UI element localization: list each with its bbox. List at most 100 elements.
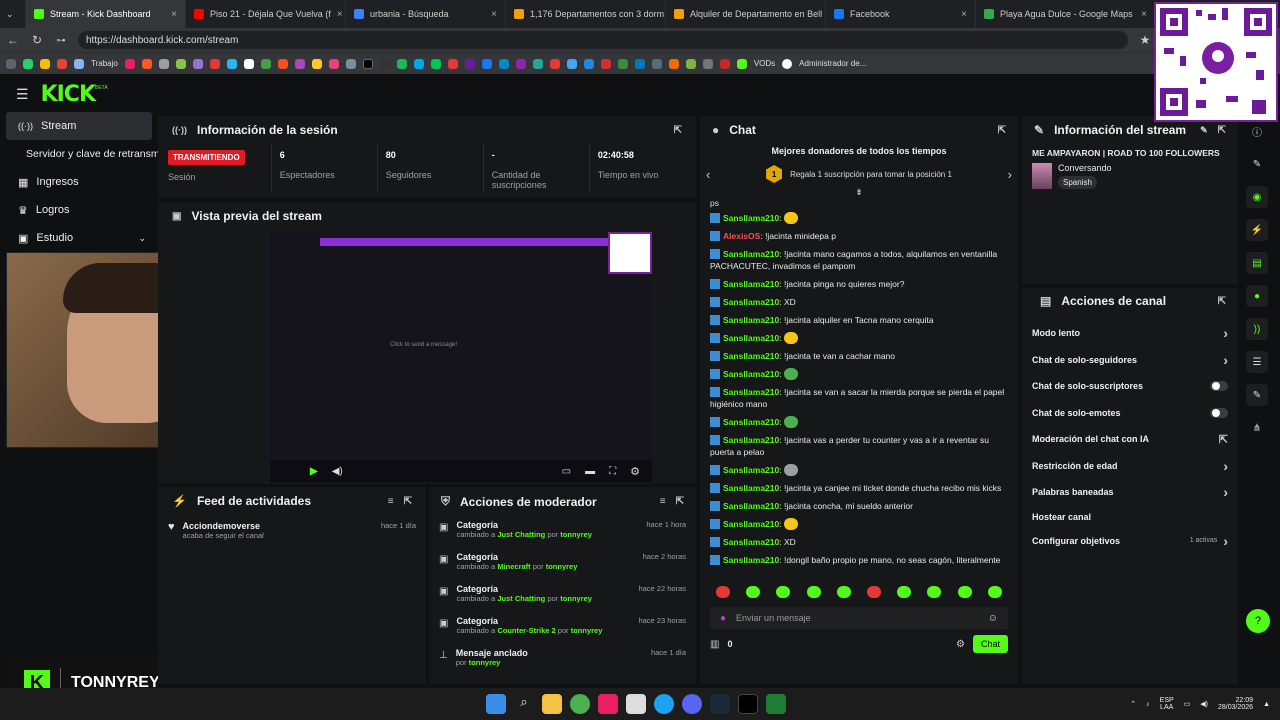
edit-icon[interactable]: ✎ [1246,153,1268,175]
chat-username[interactable]: AlexisOS [723,231,760,241]
chat-username[interactable]: Sansllama210 [723,213,779,223]
channel-action-row[interactable]: Chat de solo-suscriptores [1022,373,1238,400]
popout-icon[interactable]: ⇱ [404,496,412,507]
close-icon[interactable]: × [337,9,343,20]
bookmark-icon[interactable] [668,58,679,69]
discord-icon[interactable] [682,694,702,714]
stream-video[interactable]: Click to send a message! ▶ ◀) ▭ ▬ ⛶ ⚙ [270,232,652,482]
mic-tray-icon[interactable]: ♪ [1146,701,1150,708]
bookmark-icon[interactable] [600,58,611,69]
chat-username[interactable]: Sansllama210 [723,483,779,493]
chat-username[interactable]: Sansllama210 [723,297,779,307]
keyboard-layout[interactable]: LAA [1160,704,1174,711]
bookmark-icon[interactable] [685,58,696,69]
bookmark-icon[interactable] [277,58,288,69]
menu-icon[interactable]: ☰ [16,86,29,103]
kick-logo[interactable]: KICK [41,82,96,107]
chat-username[interactable]: Sansllama210 [723,435,779,445]
star-icon[interactable]: ★ [1138,33,1152,47]
close-icon[interactable]: × [1141,9,1147,20]
bookmark-icon[interactable] [583,58,594,69]
bookmark-icon[interactable] [430,58,441,69]
popout-icon[interactable]: ⇱ [1218,296,1226,307]
bookmark-admin[interactable]: Administrador de... [799,59,866,68]
kicks-icon[interactable]: ▥ [710,639,719,650]
lightning-icon[interactable]: ⚡ [1246,219,1268,241]
bookmark-icon[interactable] [311,58,322,69]
bookmark-icon[interactable] [702,58,713,69]
bookmark-icon[interactable] [294,58,305,69]
chat-username[interactable]: Sansllama210 [723,537,779,547]
bookmark-icon[interactable] [141,58,152,69]
bookmark-icon[interactable] [226,58,237,69]
channel-action-row[interactable]: Chat de solo-emotes [1022,400,1238,427]
chat-username[interactable]: Sansllama210 [723,519,779,529]
popout-icon[interactable]: ⇱ [674,125,682,136]
chat-username[interactable]: Sansllama210 [723,351,779,361]
chat-username[interactable]: Sansllama210 [723,417,779,427]
emote-icon[interactable] [957,586,972,598]
emote-icon[interactable] [927,586,942,598]
bookmark-icon[interactable] [617,58,628,69]
network-icon[interactable]: ▭ [1184,700,1191,708]
emote-icon[interactable] [776,586,791,598]
popout-icon[interactable]: ⇱ [998,125,1006,136]
mic-icon[interactable]: ● [720,613,726,624]
browser-tab[interactable]: Facebook × [826,0,976,28]
bookmark-icon[interactable] [464,58,475,69]
chat-username[interactable]: Sansllama210 [723,387,779,397]
bookmark-icon[interactable] [651,58,662,69]
sidebar-item-achievements[interactable]: ♛ Logros [0,196,158,224]
chevron-down-icon[interactable]: ⌄ [138,233,146,244]
channel-action-row[interactable]: Restricción de edad › [1022,453,1238,480]
chevron-left-icon[interactable]: ‹ [706,167,710,182]
volume-icon[interactable]: ◀) [332,466,343,477]
chat-username[interactable]: Sansllama210 [723,501,779,511]
chat-username[interactable]: Sansllama210 [723,279,779,289]
close-icon[interactable]: × [171,9,177,20]
channel-action-row[interactable]: Palabras baneadas › [1022,479,1238,506]
action-user[interactable]: tonnyrey [560,530,592,539]
bookmark-gmail-icon[interactable] [57,58,67,69]
bookmark-icon[interactable] [175,58,186,69]
bookmark-icon[interactable] [209,58,220,69]
browser-tab[interactable]: Stream - Kick Dashboard × [26,0,186,28]
bookmark-icon[interactable] [260,58,271,69]
chat-settings-icon[interactable]: ⚙ [956,639,965,650]
fullscreen-icon[interactable]: ⛶ [609,466,616,477]
chat-send-button[interactable]: Chat [972,635,1008,653]
bookmark-folder-icon[interactable] [74,58,84,69]
chevron-right-icon[interactable]: › [1008,167,1012,182]
volume-icon[interactable]: ◀) [1200,700,1208,708]
bookmark-whatsapp-icon[interactable] [23,58,33,69]
chat-username[interactable]: Sansllama210 [723,465,779,475]
site-info-icon[interactable]: ⊶ [54,35,68,46]
browser-tab[interactable]: Piso 21 - Déjala Que Vuelva (f × [186,0,346,28]
channel-action-row[interactable]: Configurar objetivos 1 activas › [1022,528,1238,555]
bookmark-icon[interactable] [379,58,390,69]
bookmark-apps-icon[interactable] [6,58,16,69]
browser-tab[interactable]: urbania - Búsqueda × [346,0,506,28]
chevron-right-icon[interactable]: › [1223,352,1228,368]
category-name[interactable]: Conversando [1058,163,1112,173]
chevron-right-icon[interactable]: › [1223,325,1228,341]
url-field[interactable]: https://dashboard.kick.com/stream [78,31,1128,49]
bookmark-trabajo[interactable]: Trabajo [91,59,118,68]
popout-icon[interactable]: ⇱ [676,496,684,507]
play-icon[interactable]: ▶ [310,466,318,477]
file-explorer-icon[interactable] [542,694,562,714]
chrome-icon[interactable] [570,694,590,714]
music-icon[interactable] [598,694,618,714]
action-value[interactable]: Counter-Strike 2 [497,626,555,635]
browser-tab[interactable]: Alquiler de Departamento en Bell× [666,0,826,28]
edit-icon[interactable]: ✎ [1200,125,1208,136]
settings-icon[interactable]: ⚙ [630,465,640,478]
sidebar-item-stream[interactable]: ((·)) Stream [6,112,152,140]
bookmark-spotify-icon[interactable] [396,58,407,69]
bookmark-instagram-icon[interactable] [328,58,339,69]
sidebar-item-revenue[interactable]: ▦ Ingresos [0,168,158,196]
bookmark-icon[interactable] [566,58,577,69]
action-user[interactable]: tonnyrey [571,626,603,635]
action-value[interactable]: tonnyrey [469,658,501,667]
chevron-up-icon[interactable]: ⌃ [1130,700,1136,708]
